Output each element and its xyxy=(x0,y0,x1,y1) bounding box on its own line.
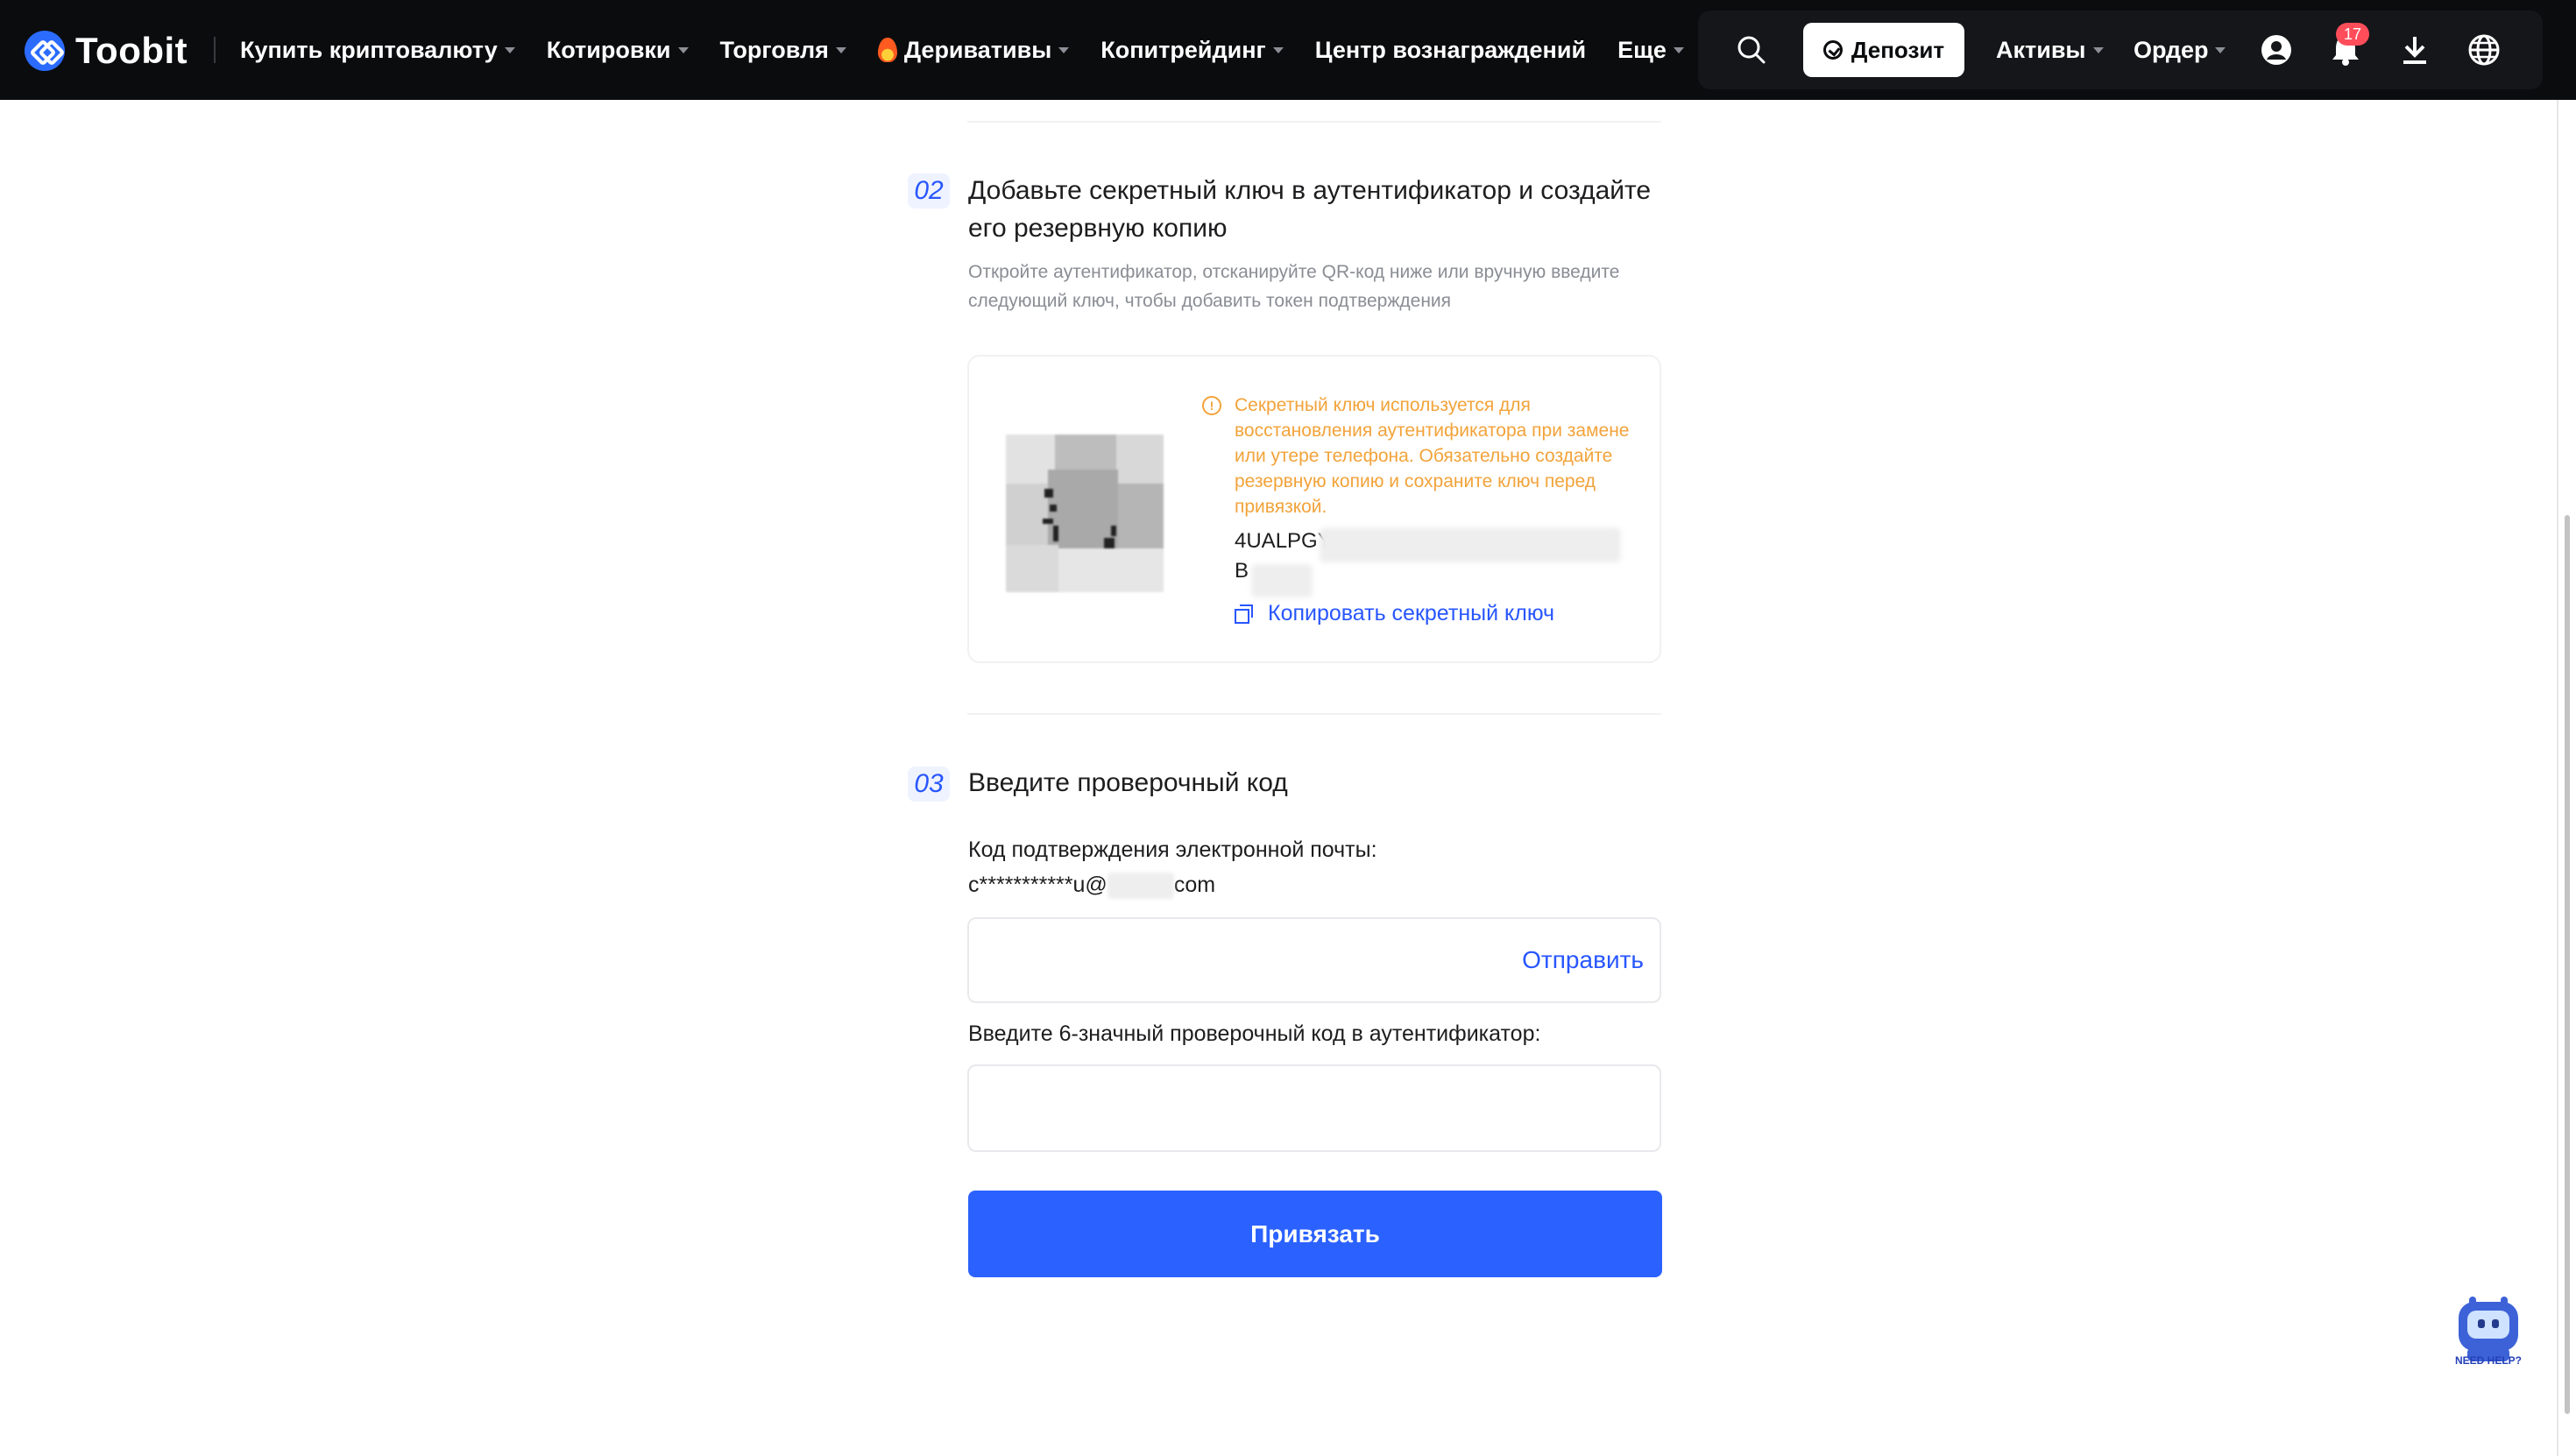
email-code-field[interactable]: Отправить xyxy=(967,917,1661,1003)
bind-submit-button[interactable]: Привязать xyxy=(968,1191,1662,1277)
assets-label: Активы xyxy=(1996,36,2086,63)
robot-eye-right xyxy=(2492,1319,2499,1328)
toobit-logo[interactable]: Toobit xyxy=(25,25,188,77)
robot-eye-left xyxy=(2478,1319,2485,1328)
header-actions: Депозит Активы Ордер 17 xyxy=(1698,11,2543,89)
copy-secret-key-label: Копировать секретный ключ xyxy=(1268,600,1555,626)
download-icon xyxy=(2403,37,2426,64)
step3-title: Введите проверочный код xyxy=(968,768,1288,797)
masked-email: c***********u@ com xyxy=(968,873,1216,900)
nav-rewards-center-label: Центр вознаграждений xyxy=(1314,36,1587,63)
fire-icon xyxy=(877,38,897,62)
chevron-down-icon xyxy=(2092,46,2104,53)
search-button[interactable] xyxy=(1723,21,1780,79)
chevron-down-icon xyxy=(835,46,846,53)
secret-key-warning: Секретный ключ используется для восстано… xyxy=(1235,395,1630,517)
deposit-label: Депозит xyxy=(1851,36,1945,63)
step2-title: Добавьте секретный ключ в аутентификатор… xyxy=(968,176,1652,243)
authenticator-code-label: Введите 6-значный проверочный код в ауте… xyxy=(968,1021,1541,1046)
info-warning-icon: ! xyxy=(1202,396,1221,415)
deposit-button[interactable]: Депозит xyxy=(1803,23,1964,77)
nav-derivatives[interactable]: Деривативы xyxy=(877,36,1070,64)
masked-email-prefix: c***********u@ xyxy=(968,873,1108,897)
orders-menu[interactable]: Ордер xyxy=(2134,11,2226,89)
secret-key-line-1: 4UALPGY xyxy=(1235,529,1332,553)
redacted-email-domain xyxy=(1107,873,1174,900)
nav-buy-crypto[interactable]: Купить криптовалюту xyxy=(240,37,515,64)
nav-trading-label: Торговля xyxy=(719,36,829,63)
nav-trading[interactable]: Торговля xyxy=(720,37,846,64)
nav-copy-trading[interactable]: Копитрейдинг xyxy=(1100,37,1284,64)
profile-button[interactable] xyxy=(2247,21,2305,79)
logo-divider xyxy=(214,37,216,63)
page-scrollbar-thumb[interactable] xyxy=(2565,515,2570,1414)
chevron-down-icon xyxy=(1058,46,1070,53)
nav-rewards-center[interactable]: Центр вознаграждений xyxy=(1315,37,1586,64)
authenticator-code-field[interactable] xyxy=(967,1064,1661,1152)
step-number-badge: 03 xyxy=(908,767,950,802)
assets-menu[interactable]: Активы xyxy=(1996,11,2104,89)
logo-text: Toobit xyxy=(75,30,188,71)
nav-copy-trading-label: Копитрейдинг xyxy=(1100,36,1266,63)
nav-derivatives-label: Деривативы xyxy=(903,36,1052,63)
main-nav: Купить криптовалюту Котировки Торговля Д… xyxy=(240,0,1684,100)
nav-quotes-label: Котировки xyxy=(546,36,671,63)
top-navigation-bar: Toobit Купить криптовалюту Котировки Тор… xyxy=(0,0,2576,100)
masked-email-suffix: com xyxy=(1173,873,1216,897)
section-divider xyxy=(967,713,1661,715)
nav-more-label: Еще xyxy=(1617,36,1667,63)
chevron-down-icon xyxy=(504,46,515,53)
orders-label: Ордер xyxy=(2134,36,2209,63)
chevron-down-icon xyxy=(2215,46,2226,53)
send-code-button[interactable]: Отправить xyxy=(1522,919,1644,1001)
notification-count-badge: 17 xyxy=(2336,23,2369,46)
qr-code-image xyxy=(1006,435,1164,592)
redacted-secret-part-1 xyxy=(1320,527,1621,562)
chevron-down-icon xyxy=(1673,46,1684,53)
robot-face xyxy=(2467,1311,2509,1339)
nav-buy-crypto-label: Купить криптовалюту xyxy=(240,36,498,63)
nav-more[interactable]: Еще xyxy=(1617,37,1684,64)
deposit-icon xyxy=(1822,40,1843,60)
user-avatar-icon xyxy=(2261,35,2291,65)
email-code-label: Код подтверждения электронной почты: xyxy=(968,838,1377,862)
redacted-secret-part-2 xyxy=(1251,564,1313,597)
download-button[interactable] xyxy=(2386,21,2444,79)
copy-icon xyxy=(1235,604,1253,624)
section-divider xyxy=(967,121,1661,123)
secret-key-line-2: B xyxy=(1235,559,1249,583)
help-label: NEED HELP? xyxy=(2454,1354,2522,1367)
globe-icon xyxy=(2468,34,2500,66)
step2-description: Откройте аутентификатор, отсканируйте QR… xyxy=(968,262,1620,311)
chevron-down-icon xyxy=(1272,46,1284,53)
copy-secret-key-button[interactable]: Копировать секретный ключ xyxy=(1235,597,1554,629)
help-chat-button[interactable]: NEED HELP? xyxy=(2452,1297,2525,1370)
chevron-down-icon xyxy=(677,46,689,53)
nav-quotes[interactable]: Котировки xyxy=(547,37,689,64)
search-icon xyxy=(1737,36,1766,64)
language-button[interactable] xyxy=(2455,21,2513,79)
step-number-badge: 02 xyxy=(908,173,950,209)
toobit-logo-icon xyxy=(25,31,65,71)
